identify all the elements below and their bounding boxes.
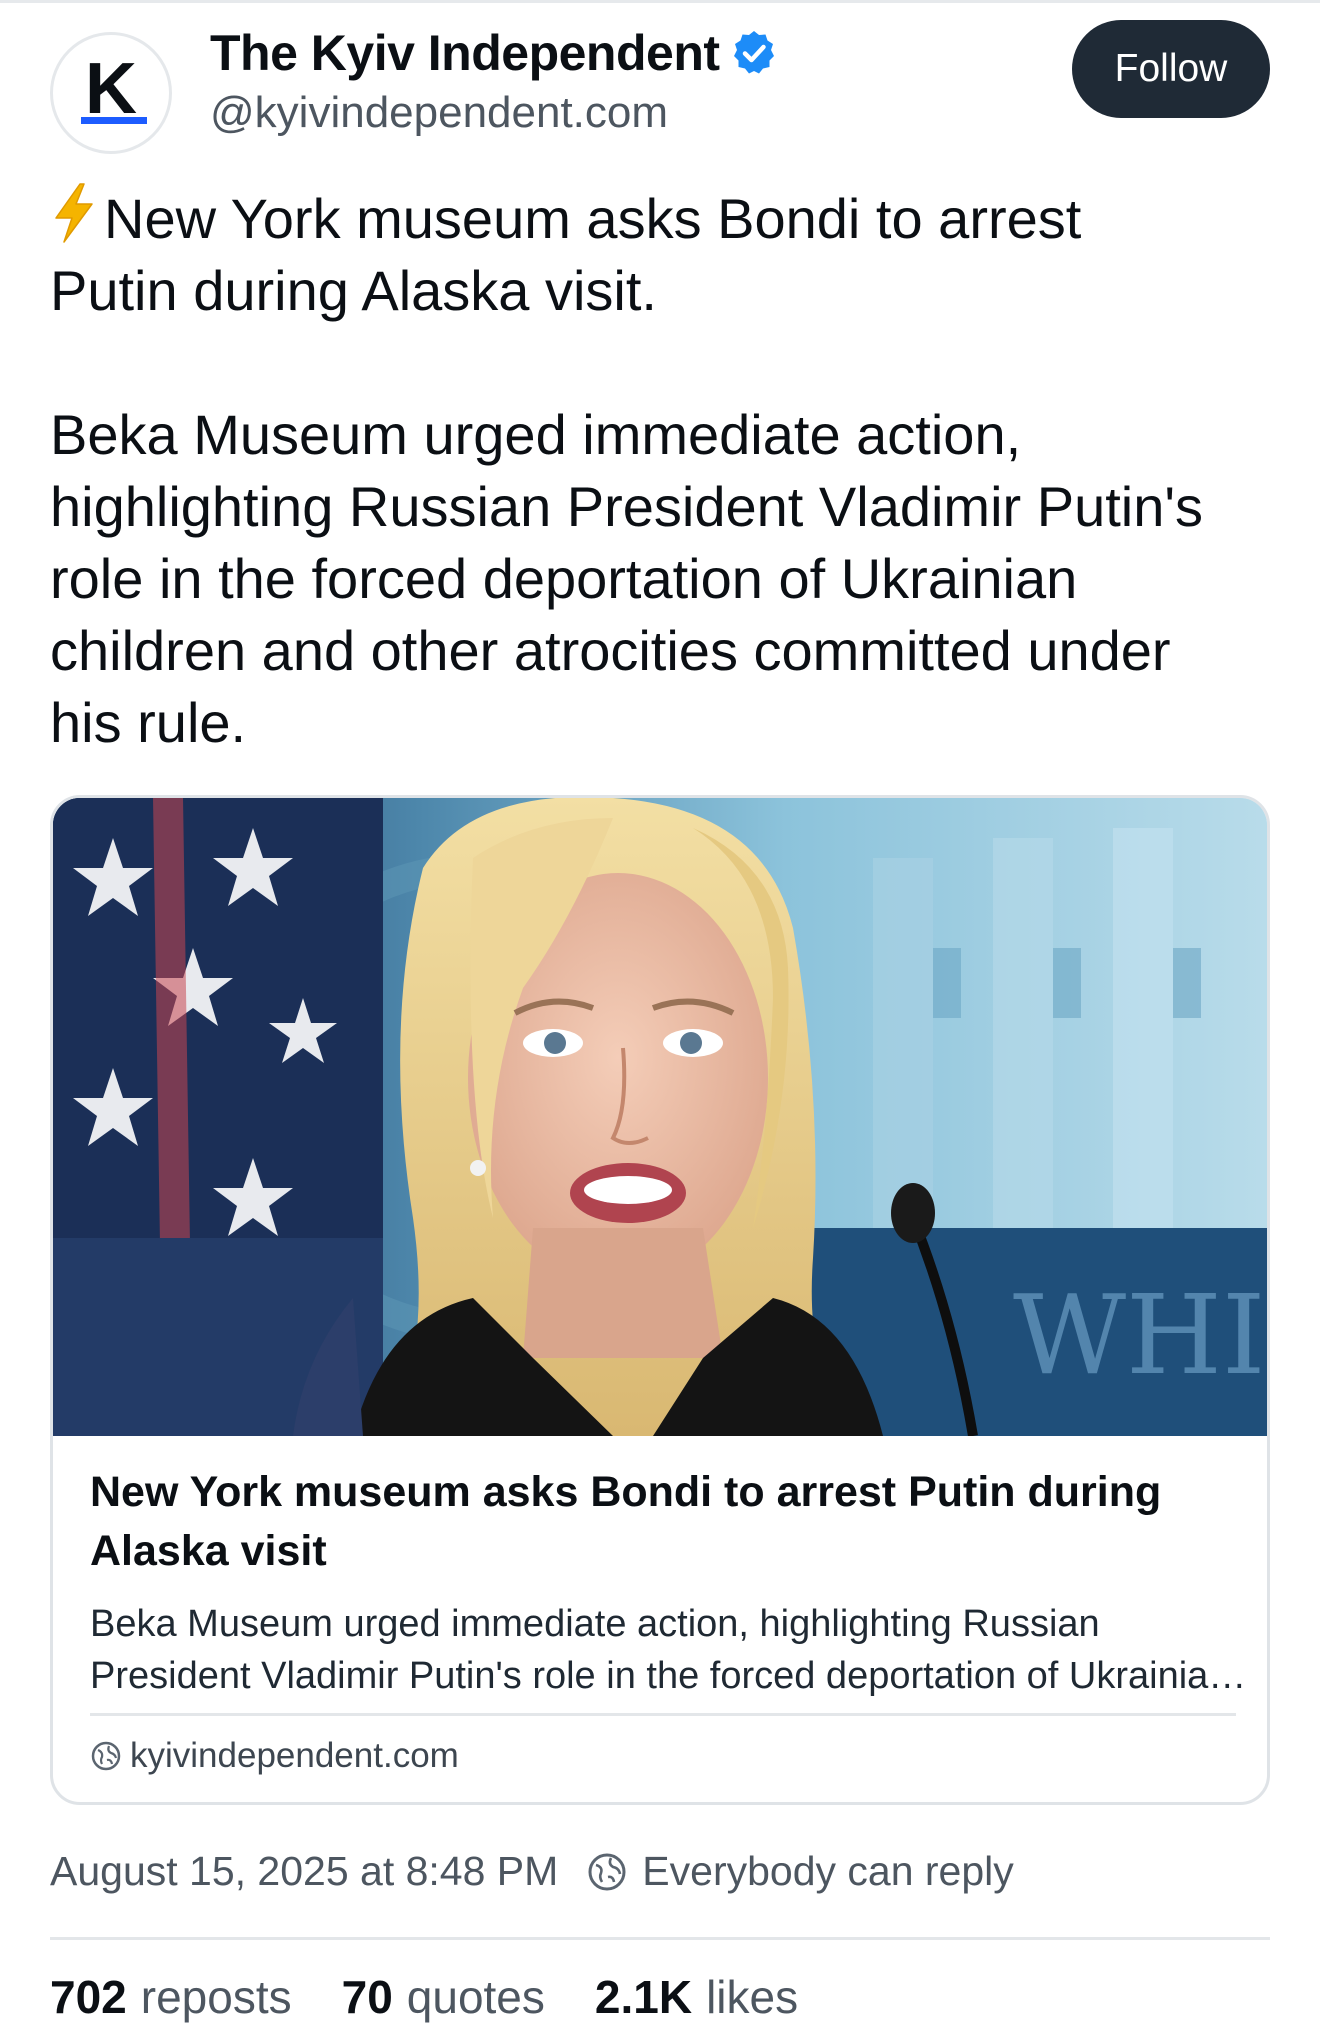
globe-icon	[91, 1741, 121, 1771]
podium-watermark-text: WHI	[1013, 1271, 1265, 1399]
avatar-logo-letter: K	[85, 49, 137, 129]
avatar[interactable]: K	[50, 32, 172, 154]
verified-badge-icon	[733, 31, 774, 74]
body-line: Beka Museum urged immediate action,	[50, 403, 1022, 466]
quotes-count: 70	[341, 1971, 393, 2023]
news-photo: WHI	[53, 798, 1267, 1436]
post-text: New York museum asks Bondi to arrest Put…	[50, 182, 1270, 759]
link-preview-domain: kyivindependent.com	[130, 1736, 459, 1775]
likes-stat[interactable]: 2.1K likes	[595, 1970, 798, 2024]
post-stats: 702 reposts 70 quotes 2.1K likes	[50, 1970, 848, 2024]
likes-label: likes	[706, 1971, 799, 2023]
body-line: role in the forced deportation of Ukrain…	[50, 547, 1078, 610]
globe-reply-icon	[588, 1853, 626, 1890]
likes-count: 2.1K	[594, 1971, 693, 2023]
avatar-logo-underline	[81, 117, 147, 124]
reply-setting[interactable]: Everybody can reply	[642, 1848, 1013, 1895]
headline-text-1: New York museum asks Bondi to arrest	[104, 187, 1082, 250]
body-line: highlighting Russian President Vladimir …	[50, 475, 1204, 538]
name-row: The Kyiv Independent	[210, 24, 778, 82]
lightning-bolt-icon	[55, 183, 93, 243]
headline-line: New York museum asks Bondi to arrest	[50, 182, 1270, 255]
quotes-stat[interactable]: 70 quotes	[342, 1970, 545, 2024]
follow-button[interactable]: Follow	[1072, 20, 1270, 118]
link-preview-card[interactable]: WHI New York museum asks Bondi to arrest…	[50, 795, 1270, 1805]
quotes-label: quotes	[406, 1971, 545, 2023]
body-line: children and other atrocities committed …	[50, 619, 1171, 682]
reposts-count: 702	[50, 1971, 127, 2023]
handle[interactable]: @kyivindependent.com	[210, 88, 668, 138]
display-name[interactable]: The Kyiv Independent	[210, 24, 720, 82]
post-timestamp[interactable]: August 15, 2025 at 8:48 PM	[50, 1848, 558, 1895]
post-header: K The Kyiv Independent @kyivindependent.…	[50, 20, 1270, 154]
body-line: his rule.	[50, 691, 247, 754]
post-meta: August 15, 2025 at 8:48 PM Everybody can…	[50, 1848, 1014, 1895]
top-divider	[0, 0, 1320, 3]
post-view: K The Kyiv Independent @kyivindependent.…	[0, 0, 1320, 2043]
meta-divider	[50, 1937, 1270, 1940]
card-divider	[90, 1713, 1236, 1716]
headline-text-2: Putin during Alaska visit.	[50, 259, 657, 322]
reposts-label: reposts	[140, 1971, 292, 2023]
reposts-stat[interactable]: 702 reposts	[50, 1970, 292, 2024]
link-preview-source[interactable]: kyivindependent.com	[90, 1736, 459, 1776]
link-preview-image[interactable]: WHI	[53, 798, 1267, 1436]
link-preview-description: Beka Museum urged immediate action, high…	[90, 1603, 1230, 1697]
link-preview-title[interactable]: New York museum asks Bondi to arrest Put…	[90, 1463, 1240, 1581]
